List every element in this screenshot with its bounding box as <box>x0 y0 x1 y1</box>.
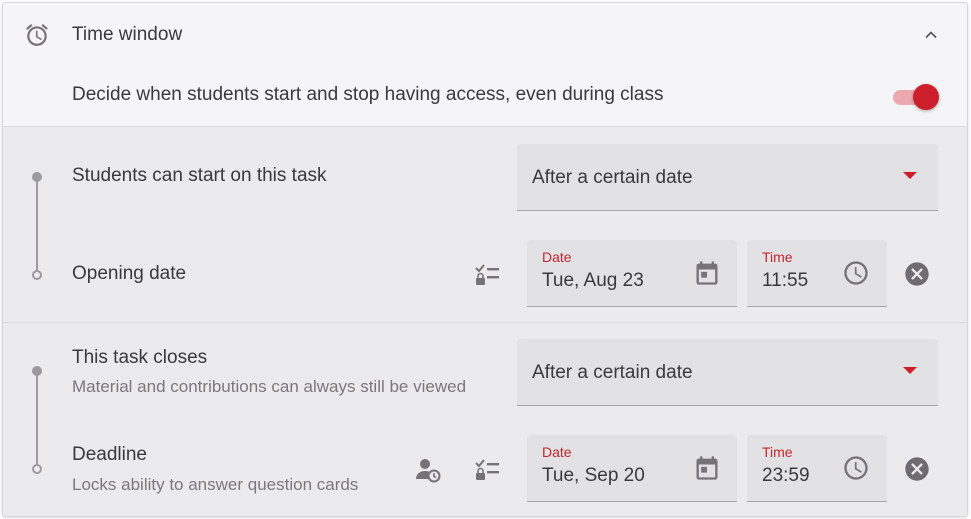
clear-opening-icon[interactable] <box>903 260 931 288</box>
date-field-value: Tue, Sep 20 <box>542 465 645 486</box>
time-field-label: Time <box>762 249 793 265</box>
date-field-value: Tue, Aug 23 <box>542 270 644 291</box>
start-label: Students can start on this task <box>72 165 327 186</box>
deadline-time-field[interactable]: Time 23:59 <box>747 435 887 502</box>
deadline-sublabel: Locks ability to answer question cards <box>72 475 359 494</box>
deadline-label: Deadline <box>72 444 147 465</box>
close-section: This task closes Material and contributi… <box>3 323 967 516</box>
select-value: After a certain date <box>532 167 693 188</box>
calendar-icon[interactable] <box>693 454 721 482</box>
timeline-line <box>36 179 38 271</box>
time-field-value: 11:55 <box>762 270 809 291</box>
start-condition-select[interactable]: After a certain date <box>517 144 938 211</box>
clock-icon[interactable] <box>842 259 870 287</box>
timeline-dot <box>32 172 42 182</box>
timeline-line <box>36 373 38 465</box>
opening-time-field[interactable]: Time 11:55 <box>747 240 887 307</box>
timeline-dot-open <box>32 270 42 280</box>
checklist-lock-icon[interactable] <box>473 260 503 290</box>
alarm-clock-icon <box>26 24 48 46</box>
section-title: Time window <box>72 24 183 45</box>
deadline-date-field[interactable]: Date Tue, Sep 20 <box>527 435 737 502</box>
date-field-label: Date <box>542 249 572 265</box>
person-clock-icon[interactable] <box>413 455 443 485</box>
opening-date-label: Opening date <box>72 263 187 284</box>
chevron-up-icon[interactable] <box>921 25 941 45</box>
time-window-card: Time window Decide when students start a… <box>2 2 968 517</box>
opening-date-field[interactable]: Date Tue, Aug 23 <box>527 240 737 307</box>
clear-deadline-icon[interactable] <box>903 455 931 483</box>
select-value: After a certain date <box>532 362 693 383</box>
date-field-label: Date <box>542 444 572 460</box>
dropdown-arrow-icon <box>903 172 917 179</box>
toggle-thumb <box>913 84 939 110</box>
timeline-dot-open <box>32 464 42 474</box>
calendar-icon[interactable] <box>693 259 721 287</box>
clock-icon[interactable] <box>842 454 870 482</box>
time-field-value: 23:59 <box>762 465 810 486</box>
dropdown-arrow-icon <box>903 367 917 374</box>
time-window-header: Time window Decide when students start a… <box>3 3 967 127</box>
close-condition-select[interactable]: After a certain date <box>517 339 938 406</box>
time-window-toggle[interactable] <box>893 82 941 112</box>
timeline-dot <box>32 366 42 376</box>
checklist-lock-icon[interactable] <box>473 455 503 485</box>
close-label: This task closes <box>72 347 208 368</box>
time-window-description: Decide when students start and stop havi… <box>72 84 664 105</box>
start-section: Students can start on this task After a … <box>3 127 967 323</box>
close-sublabel: Material and contributions can always st… <box>72 377 467 396</box>
time-field-label: Time <box>762 444 793 460</box>
